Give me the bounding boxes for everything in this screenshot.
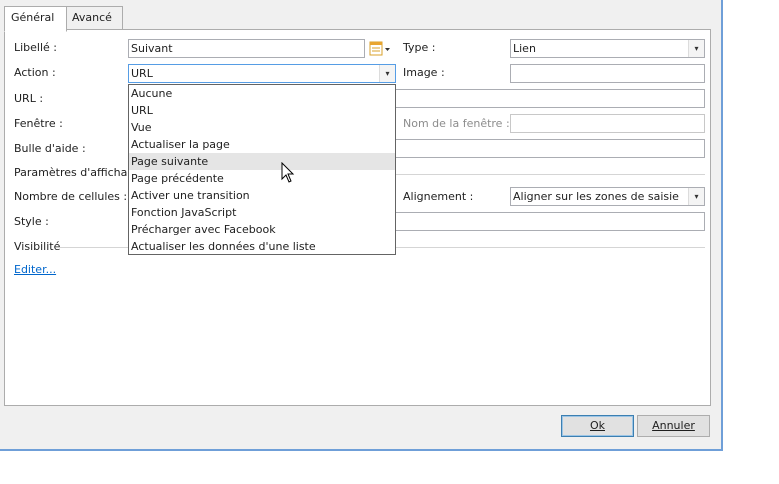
tab-general-label: Général xyxy=(11,11,55,24)
action-option[interactable]: Actualiser les données d'une liste xyxy=(129,238,395,255)
alignement-label: Alignement : xyxy=(403,190,474,203)
tab-avance[interactable]: Avancé xyxy=(65,6,123,30)
visibilite-label: Visibilité xyxy=(14,240,61,253)
chevron-down-icon[interactable]: ▾ xyxy=(688,40,704,57)
libelle-value: Suivant xyxy=(131,42,173,55)
chevron-down-icon[interactable]: ▾ xyxy=(379,65,395,82)
bulle-label: Bulle d'aide : xyxy=(14,142,86,155)
url-label: URL : xyxy=(14,92,44,105)
action-label: Action : xyxy=(14,66,56,79)
editer-link[interactable]: Editer... xyxy=(14,263,56,276)
arrow-cursor-icon xyxy=(281,162,295,183)
action-value: URL xyxy=(131,67,153,80)
action-option[interactable]: Activer une transition xyxy=(129,187,395,204)
action-option-hovered[interactable]: Page suivante xyxy=(129,153,395,170)
alignement-value: Aligner sur les zones de saisie xyxy=(513,190,679,203)
action-select[interactable]: URL ▾ xyxy=(128,64,396,83)
action-option[interactable]: Actualiser la page xyxy=(129,136,395,153)
nom-fenetre-input[interactable] xyxy=(510,114,705,133)
cancel-button-label: Annuler xyxy=(652,419,695,432)
dialog-window: Général Avancé Libellé : Suivant Type : … xyxy=(0,0,723,451)
action-option[interactable]: Fonction JavaScript xyxy=(129,204,395,221)
nom-fenetre-label: Nom de la fenêtre : xyxy=(403,117,510,130)
type-label: Type : xyxy=(403,41,436,54)
parametres-label: Paramètres d'affichag xyxy=(14,166,128,179)
ok-button[interactable]: Ok xyxy=(561,415,634,437)
action-option[interactable]: Page précédente xyxy=(129,170,395,187)
action-option[interactable]: Précharger avec Facebook xyxy=(129,221,395,238)
alignement-select[interactable]: Aligner sur les zones de saisie ▾ xyxy=(510,187,705,206)
libelle-input[interactable]: Suivant xyxy=(128,39,365,58)
action-option[interactable]: URL xyxy=(129,102,395,119)
nb-cellules-label: Nombre de cellules : xyxy=(14,190,128,203)
style-label: Style : xyxy=(14,215,49,228)
libelle-label: Libellé : xyxy=(14,41,58,54)
tab-avance-label: Avancé xyxy=(72,11,112,24)
parametres-separator xyxy=(396,174,705,175)
image-input[interactable] xyxy=(510,64,705,83)
fenetre-label: Fenêtre : xyxy=(14,117,63,130)
tab-general[interactable]: Général xyxy=(4,6,67,32)
action-dropdown-list: Aucune URL Vue Actualiser la page Page s… xyxy=(128,84,396,255)
type-select[interactable]: Lien ▾ xyxy=(510,39,705,58)
type-value: Lien xyxy=(513,42,536,55)
action-option[interactable]: Vue xyxy=(129,119,395,136)
cancel-button[interactable]: Annuler xyxy=(637,415,710,437)
action-option[interactable]: Aucune xyxy=(129,85,395,102)
chevron-down-icon[interactable]: ▾ xyxy=(688,188,704,205)
image-label: Image : xyxy=(403,66,445,79)
calendar-list-icon[interactable] xyxy=(369,41,391,57)
ok-button-label: Ok xyxy=(589,419,606,432)
